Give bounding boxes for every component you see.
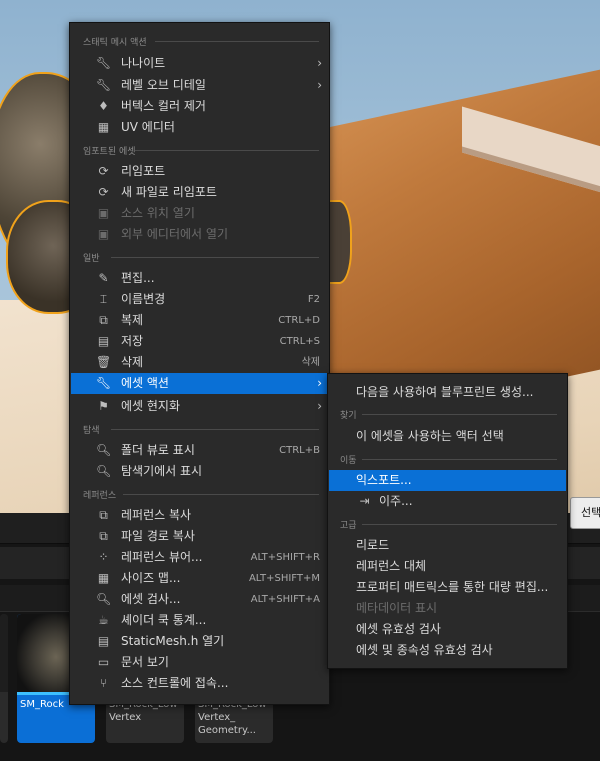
menu-item-asset-localization[interactable]: ⚑ 에셋 현지화 › (71, 396, 328, 417)
section-header-find: 찾기 (340, 408, 557, 421)
menu-item-save[interactable]: ▤ 저장 CTRL+S (71, 331, 328, 352)
menu-item-size-map[interactable]: ▦ 사이즈 맵... ALT+SHIFT+M (71, 568, 328, 589)
chevron-right-icon: › (317, 376, 322, 390)
menu-item-open-source-location: ▣ 소스 위치 열기 (97, 206, 195, 220)
menu-item-replace-references[interactable]: 레퍼런스 대체 (329, 556, 566, 577)
size-map-icon: ▦ (97, 571, 110, 585)
menu-item-uv-editor[interactable]: ▦ UV 에디터 (71, 117, 328, 138)
flag-icon: ⚑ (98, 399, 109, 413)
copy-reference-icon: ⧉ (99, 508, 108, 522)
chevron-right-icon: › (317, 78, 322, 92)
shortcut-duplicate: CTRL+D (278, 315, 320, 326)
menu-item-bulk-edit-property-matrix[interactable]: 프로퍼티 매트릭스를 통한 대량 편집... (329, 577, 566, 598)
menu-item-select-actors-using-asset[interactable]: 이 에셋을 사용하는 액터 선택 (329, 426, 566, 447)
menu-item-shader-cook-stats[interactable]: ☕︎ 셰이더 쿡 통계... (71, 610, 328, 631)
wrench-icon: 🔧︎ (96, 56, 112, 70)
paint-drop-remove-icon: ♦ (98, 99, 109, 113)
reference-viewer-icon: ⁘ (98, 550, 109, 564)
shortcut-size-map: ALT+SHIFT+M (248, 573, 320, 584)
audit-icon: 🔍︎ (96, 592, 112, 606)
folder-open-icon: ▣ (97, 206, 110, 220)
rename-icon: ⌶ (99, 292, 108, 306)
migrate-icon: ⇥ (359, 494, 370, 508)
book-icon: ▭ (97, 655, 110, 669)
tooltip-select: 선택 (570, 497, 600, 529)
menu-item-export[interactable]: 익스포트... (329, 470, 566, 491)
reimport-icon: ⟳ (98, 164, 109, 178)
section-header-static-mesh-actions: 스태틱 메시 액션 (83, 35, 319, 48)
section-header-references: 레퍼런스 (83, 488, 319, 501)
cpp-file-icon: ▤ (97, 634, 110, 648)
section-header-explore: 탐색 (83, 423, 319, 436)
menu-item-connect-source-control[interactable]: ⑂ 소스 컨트롤에 접속... (71, 673, 328, 694)
menu-item-asset-actions[interactable]: 🔧︎ 에셋 액션 › (71, 373, 328, 394)
shortcut-audit: ALT+SHIFT+A (250, 594, 320, 605)
menu-item-edit[interactable]: ✎ 편집... (71, 268, 328, 289)
shortcut-folder-view: CTRL+B (279, 445, 320, 456)
shortcut-save: CTRL+S (279, 336, 320, 347)
menu-item-rename[interactable]: ⌶ 이름변경 F2 (71, 289, 328, 310)
save-icon: ▤ (97, 334, 110, 348)
wrench-icon: 🔧︎ (96, 376, 112, 390)
menu-item-view-documentation[interactable]: ▭ 문서 보기 (71, 652, 328, 673)
menu-item-audit-assets[interactable]: 🔍︎ 에셋 검사... ALT+SHIFT+A (71, 589, 328, 610)
asset-tile-partial[interactable] (0, 614, 8, 743)
folder-search-icon: 🔍︎ (96, 443, 112, 457)
asset-actions-submenu: 다음을 사용하여 블루프린트 생성... 찾기 이 에셋을 사용하는 액터 선택… (327, 373, 568, 669)
uv-grid-icon: ▦ (97, 120, 110, 134)
trash-icon: 🗑︎ (96, 355, 112, 369)
copy-path-icon: ⧉ (99, 529, 108, 543)
wrench-icon: 🔧︎ (96, 78, 112, 92)
chevron-right-icon: › (317, 56, 322, 70)
menu-item-show-in-folder-view[interactable]: 🔍︎ 폴더 뷰로 표시 CTRL+B (71, 440, 328, 461)
shortcut-reference-viewer: ALT+SHIFT+R (250, 552, 320, 563)
folder-search-icon: 🔍︎ (96, 464, 112, 478)
menu-item-show-metadata: 메타데이터 표시 (356, 601, 438, 615)
menu-item-open-staticmesh-h[interactable]: ▤ StaticMesh.h 열기 (71, 631, 328, 652)
menu-item-remove-vertex-colors[interactable]: ♦ 버텍스 컬러 제거 (71, 96, 328, 117)
shortcut-rename: F2 (307, 294, 320, 305)
menu-item-create-blueprint-using[interactable]: 다음을 사용하여 블루프린트 생성... (329, 382, 566, 403)
shortcut-delete: 삭제 (301, 357, 320, 368)
menu-item-copy-file-path[interactable]: ⧉ 파일 경로 복사 (71, 526, 328, 547)
asset-context-menu: 스태틱 메시 액션 🔧︎ 나나이트 › 🔧︎ 레벨 오브 디테일 › ♦ 버텍스… (69, 22, 330, 705)
menu-item-copy-reference[interactable]: ⧉ 레퍼런스 복사 (71, 505, 328, 526)
source-control-icon: ⑂ (99, 676, 108, 690)
menu-item-reload[interactable]: 리로드 (329, 535, 566, 556)
menu-item-open-external-editor: ▣ 외부 에디터에서 열기 (97, 227, 228, 241)
menu-item-nanite[interactable]: 🔧︎ 나나이트 › (71, 53, 328, 74)
shader-stats-icon: ☕︎ (98, 613, 109, 627)
menu-item-delete[interactable]: 🗑︎ 삭제 삭제 (71, 352, 328, 373)
menu-item-reimport-new-file[interactable]: ⟳ 새 파일로 리임포트 (71, 182, 328, 203)
menu-item-validate-assets[interactable]: 에셋 유효성 검사 (329, 619, 566, 640)
duplicate-icon: ⧉ (99, 313, 108, 327)
section-header-general: 일반 (83, 251, 319, 264)
reimport-icon: ⟳ (98, 185, 109, 199)
menu-item-reference-viewer[interactable]: ⁘ 레퍼런스 뷰어... ALT+SHIFT+R (71, 547, 328, 568)
section-header-move: 이동 (340, 453, 557, 466)
pencil-icon: ✎ (98, 271, 109, 285)
menu-item-reimport[interactable]: ⟳ 리임포트 (71, 161, 328, 182)
external-editor-icon: ▣ (97, 227, 110, 241)
menu-item-level-of-detail[interactable]: 🔧︎ 레벨 오브 디테일 › (71, 75, 328, 96)
menu-item-show-in-explorer[interactable]: 🔍︎ 탐색기에서 표시 (71, 461, 328, 482)
section-header-imported-asset: 임포트된 에셋 (83, 144, 319, 157)
menu-item-migrate[interactable]: ⇥ 이주... (329, 491, 566, 512)
section-header-advanced: 고급 (340, 518, 557, 531)
chevron-right-icon: › (317, 399, 322, 413)
menu-item-validate-assets-dependencies[interactable]: 에셋 및 종속성 유효성 검사 (329, 640, 566, 661)
menu-item-duplicate[interactable]: ⧉ 복제 CTRL+D (71, 310, 328, 331)
